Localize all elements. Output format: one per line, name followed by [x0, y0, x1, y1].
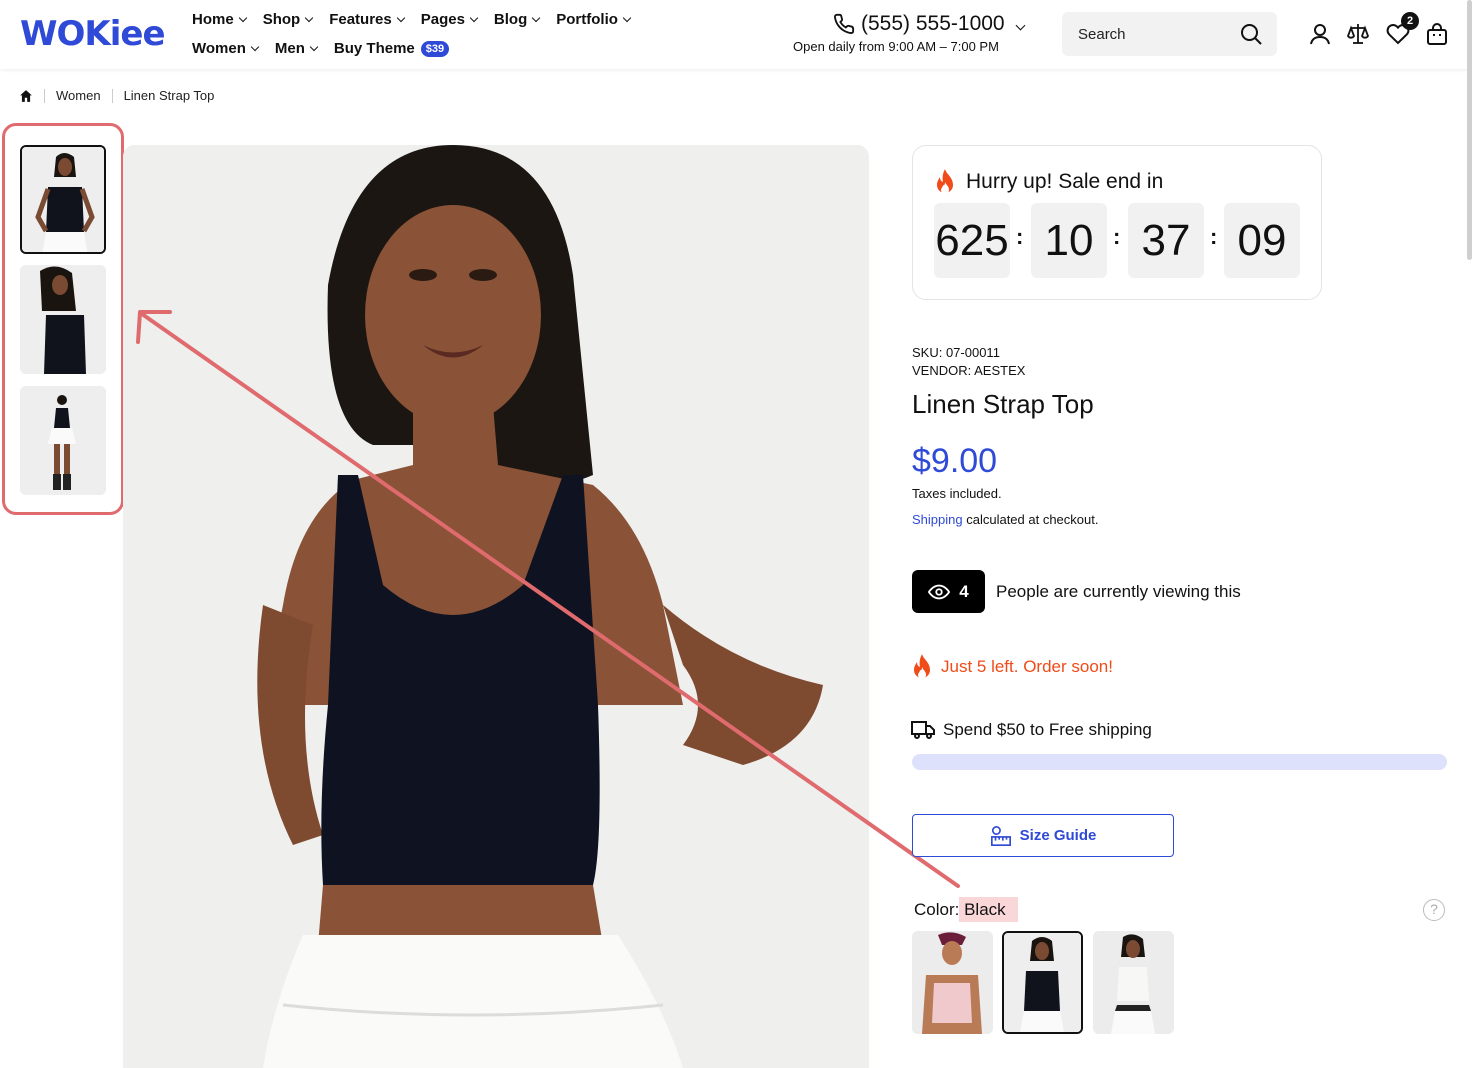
viewers-count: 4: [959, 581, 969, 601]
model-side-image: [20, 265, 106, 374]
chevron-down-icon: [532, 13, 541, 22]
black-top-image: [1004, 933, 1081, 1032]
product-price: $9.00: [912, 442, 998, 480]
thumbnail-1[interactable]: [20, 145, 106, 254]
chevron-down-icon: [250, 42, 260, 51]
user-icon[interactable]: [1308, 22, 1332, 46]
nav-features[interactable]: Features: [329, 11, 405, 28]
color-label: Color: Black: [914, 897, 1018, 922]
chevron-down-icon: [304, 13, 314, 22]
breadcrumb-current: Linen Strap Top: [123, 88, 215, 103]
bag-icon[interactable]: [1425, 22, 1449, 46]
nav-men[interactable]: Men: [275, 40, 319, 57]
nav-women[interactable]: Women: [192, 40, 260, 57]
white-top-image: [1093, 931, 1174, 1034]
search-box[interactable]: Search: [1062, 12, 1277, 56]
main-product-image[interactable]: [123, 145, 869, 1068]
wishlist-count: 2: [1401, 12, 1419, 30]
logo[interactable]: WOKiee: [20, 14, 166, 54]
free-shipping-notice: Spend $50 to Free shipping: [911, 720, 1152, 740]
product-title: Linen Strap Top: [912, 389, 1094, 419]
shipping-note: Shipping calculated at checkout.: [912, 512, 1099, 527]
countdown-title: Hurry up! Sale end in: [933, 168, 1163, 196]
chevron-down-icon: [309, 42, 319, 51]
chevron-down-icon: [396, 13, 405, 22]
home-icon[interactable]: [19, 89, 33, 103]
pink-top-image: [912, 931, 993, 1034]
truck-icon: [911, 721, 935, 739]
countdown-colon: :: [1113, 224, 1121, 249]
model-photo: [123, 145, 869, 1068]
model-full-image: [20, 386, 106, 495]
breadcrumb-divider: [111, 88, 113, 103]
countdown-days: 625: [934, 203, 1010, 278]
ruler-icon: [990, 825, 1011, 846]
opening-hours: Open daily from 9:00 AM – 7:00 PM: [793, 39, 999, 54]
color-swatch-white[interactable]: [1093, 931, 1174, 1034]
tax-note: Taxes included.: [912, 486, 1002, 501]
shipping-link[interactable]: Shipping: [912, 512, 963, 527]
fire-icon: [937, 169, 953, 194]
product-sku: SKU: 07-00011: [912, 345, 1000, 360]
nav-portfolio[interactable]: Portfolio: [556, 11, 632, 28]
breadcrumb-women[interactable]: Women: [56, 88, 101, 103]
site-header: WOKiee Home Shop Features Pages Blog Por…: [0, 0, 1472, 69]
sale-countdown: Hurry up! Sale end in 625 : 10 : 37 : 09: [912, 145, 1322, 300]
chevron-down-icon: [1015, 20, 1026, 30]
countdown-hours: 10: [1031, 203, 1107, 278]
fire-icon: [914, 654, 930, 679]
breadcrumb: Women Linen Strap Top: [19, 88, 214, 103]
help-icon[interactable]: ?: [1423, 899, 1445, 921]
live-viewers: 4 People are currently viewing this: [912, 570, 1241, 613]
phone-icon: [834, 13, 855, 34]
countdown-colon: :: [1016, 224, 1024, 249]
countdown-minutes: 37: [1128, 203, 1204, 278]
selected-color: Black: [959, 897, 1018, 922]
contact-info: (555) 555-1000 Open daily from 9:00 AM –…: [793, 12, 1033, 54]
search-icon[interactable]: [1239, 22, 1263, 46]
eye-icon: [928, 584, 951, 599]
low-stock-notice: Just 5 left. Order soon!: [910, 653, 1113, 681]
nav-home[interactable]: Home: [192, 11, 247, 28]
scale-icon[interactable]: [1346, 22, 1370, 46]
breadcrumb-divider: [44, 88, 45, 103]
phone-dropdown[interactable]: (555) 555-1000: [793, 12, 1033, 36]
viewers-text: People are currently viewing this: [996, 581, 1241, 601]
size-guide-button[interactable]: Size Guide: [912, 814, 1174, 857]
price-badge: $39: [420, 40, 450, 57]
free-shipping-progress: [912, 754, 1447, 770]
chevron-down-icon: [238, 13, 247, 22]
color-swatch-black[interactable]: [1002, 931, 1083, 1034]
countdown-colon: :: [1210, 224, 1218, 249]
nav-pages[interactable]: Pages: [421, 11, 479, 28]
countdown-seconds: 09: [1224, 203, 1300, 278]
main-nav-row-2: Women Men Buy Theme $39: [192, 40, 466, 57]
product-meta: SKU: 07-00011 VENDOR: AESTEX: [912, 344, 1025, 380]
model-front-image: [22, 147, 104, 252]
color-swatch-pink[interactable]: [912, 931, 993, 1034]
viewers-badge: 4: [912, 570, 985, 613]
phone-number: (555) 555-1000: [861, 12, 1005, 35]
nav-buy-theme[interactable]: Buy Theme $39: [334, 40, 450, 57]
search-placeholder: Search: [1078, 25, 1126, 43]
nav-shop[interactable]: Shop: [263, 11, 314, 28]
thumbnail-3[interactable]: [20, 386, 106, 495]
thumbnail-2[interactable]: [20, 265, 106, 374]
main-nav-row-1: Home Shop Features Pages Blog Portfolio: [192, 11, 647, 28]
scrollbar[interactable]: [1467, 0, 1472, 260]
chevron-down-icon: [469, 13, 479, 22]
nav-blog[interactable]: Blog: [494, 11, 541, 28]
product-vendor: VENDOR: AESTEX: [912, 363, 1026, 378]
chevron-down-icon: [622, 13, 632, 22]
